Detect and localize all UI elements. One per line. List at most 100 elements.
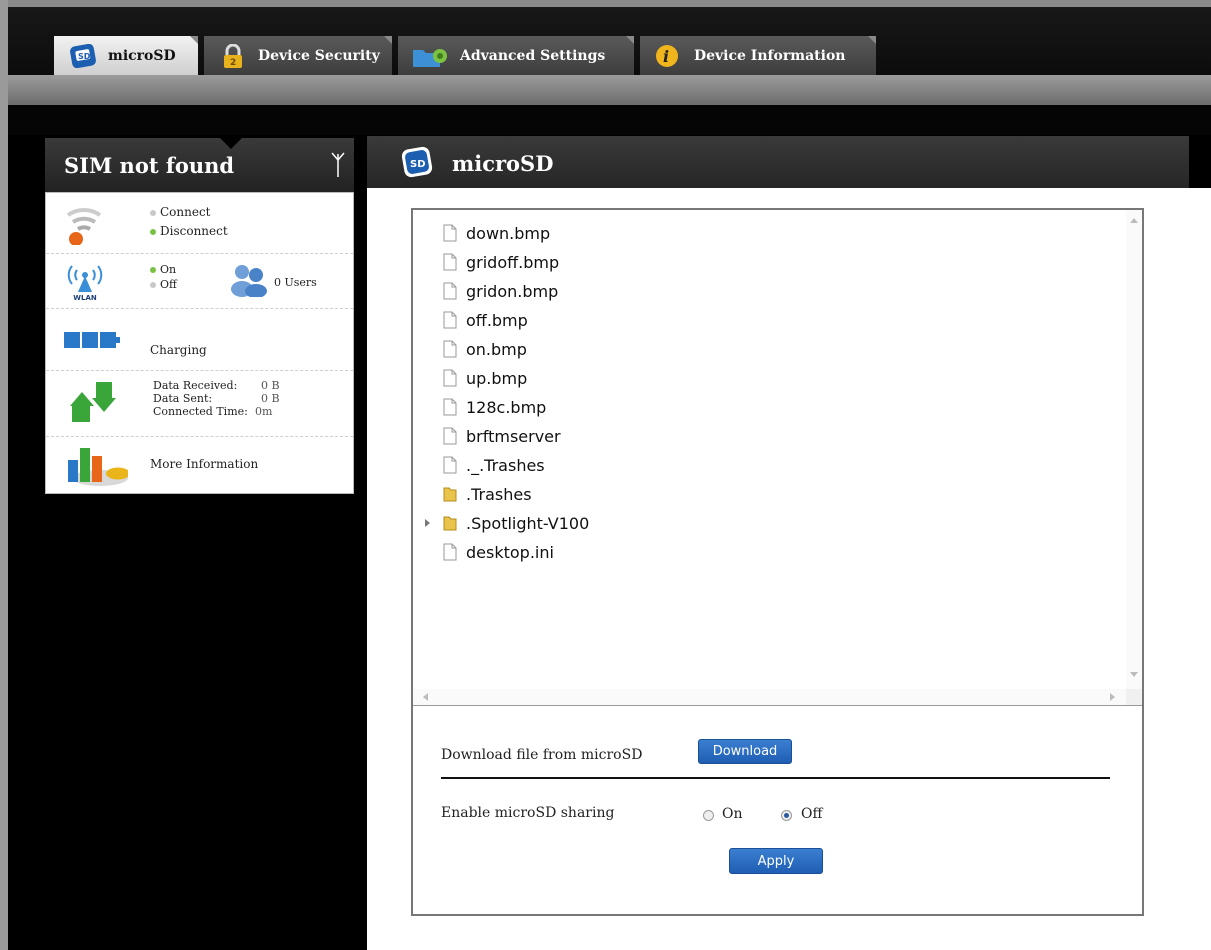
tab-advanced-settings[interactable]: Advanced Settings [398,36,634,75]
status-dot [150,267,156,273]
connect-option[interactable]: Connect [150,205,211,219]
wlan-off-option[interactable]: Off [150,278,177,291]
sharing-on-radio[interactable] [703,810,714,821]
download-label: Download file from microSD [441,747,643,763]
sharing-on-label[interactable]: On [722,806,743,822]
microsd-panel: down.bmp gridoff.bmp gridon.bmp off.bmp on.b… [411,208,1144,916]
status-dot [150,228,156,235]
battery-status: Charging [150,343,207,357]
file-icon [443,369,466,387]
window-frame-left [0,0,8,950]
scroll-right-icon[interactable] [1110,693,1115,701]
disconnect-label: Disconnect [160,224,228,238]
header-notch [220,138,242,149]
wlan-off-label: Off [160,278,177,291]
status-dot [150,282,156,288]
sharing-label: Enable microSD sharing [441,805,615,821]
connection-row: Connect Disconnect [46,193,353,254]
status-panel: Connect Disconnect WLAN On Off 0 Users C… [45,192,354,494]
tree-item-label: down.bmp [466,223,551,243]
scroll-down-icon[interactable] [1130,672,1138,677]
svg-text:SD: SD [78,52,91,61]
file-icon [443,224,466,242]
tree-folder-item[interactable]: .Spotlight-V100 [443,510,589,536]
scroll-up-icon[interactable] [1130,218,1138,223]
svg-text:2: 2 [230,58,236,68]
tree-file-item[interactable]: desktop.ini [443,539,554,565]
tree-file-item[interactable]: brftmserver [443,423,561,449]
tree-file-item[interactable]: gridon.bmp [443,278,558,304]
tree-file-item[interactable]: gridoff.bmp [443,249,559,275]
horizontal-scrollbar[interactable] [413,689,1126,705]
tab-label: Device Security [258,47,380,64]
tab-device-information[interactable]: i Device Information [640,36,876,75]
data-transfer-icon [70,382,116,422]
sharing-off-radio[interactable] [781,810,792,821]
wlan-icon-label: WLAN [73,294,97,302]
more-information-row[interactable]: More Information [46,436,353,493]
file-icon [443,398,466,416]
connection-signal-icon [66,207,102,245]
tree-item-label: desktop.ini [466,542,554,562]
main-tabs: SD microSD 2 Device Security Advanced Se… [54,36,882,75]
status-panel-header: SIM not found [45,138,354,192]
tree-item-label: gridon.bmp [466,281,559,301]
tab-label: microSD [108,47,176,64]
status-dot [150,209,156,216]
section-divider [441,777,1110,779]
tree-file-item[interactable]: ._.Trashes [443,452,545,478]
battery-icon [64,332,120,348]
tab-microsd[interactable]: SD microSD [54,36,198,75]
tree-item-label: .Trashes [466,484,532,504]
vertical-scrollbar[interactable] [1126,210,1142,689]
wlan-on-label: On [160,263,177,276]
folder-gear-icon [412,44,450,68]
connect-label: Connect [160,205,211,219]
file-icon [443,427,466,445]
statistics-icon [68,448,128,486]
wlan-on-option[interactable]: On [150,263,176,276]
connected-time-value: 0m [255,405,273,418]
tree-item-label: up.bmp [466,368,528,388]
apply-button[interactable]: Apply [729,848,823,874]
content-area: down.bmp gridoff.bmp gridon.bmp off.bmp on.b… [367,188,1211,950]
tree-file-item[interactable]: up.bmp [443,365,527,391]
tree-item-label: off.bmp [466,310,528,330]
padlock-icon: 2 [218,43,248,68]
sharing-off-label[interactable]: Off [801,806,822,822]
tree-item-label: gridoff.bmp [466,252,560,272]
file-icon [443,311,466,329]
sim-status-title: SIM not found [64,153,235,178]
tree-file-item[interactable]: on.bmp [443,336,527,362]
data-received-label: Data Received: [153,379,238,392]
antenna-icon [331,152,345,177]
tab-label: Device Information [694,47,846,64]
content-title: microSD [452,151,554,176]
data-sent-label: Data Sent: [153,392,213,405]
download-button[interactable]: Download [698,739,792,764]
scroll-left-icon[interactable] [423,693,428,701]
folder-icon [443,485,466,503]
sd-card-icon: SD [68,43,98,68]
data-usage-row: Data Received: 0 B Data Sent: 0 B Connec… [46,370,353,437]
svg-text:SD: SD [410,159,426,170]
sub-navigation-bar [8,75,1211,105]
disconnect-option[interactable]: Disconnect [150,224,228,238]
tree-file-item[interactable]: off.bmp [443,307,528,333]
folder-icon [443,514,466,532]
more-information-link[interactable]: More Information [150,457,258,471]
expand-arrow-icon[interactable] [425,519,430,527]
tree-item-label: .Spotlight-V100 [466,513,590,533]
tree-file-item[interactable]: down.bmp [443,220,550,246]
wlan-icon: WLAN [64,262,106,302]
tree-file-item[interactable]: 128c.bmp [443,394,546,420]
tree-folder-item[interactable]: .Trashes [443,481,532,507]
tab-device-security[interactable]: 2 Device Security [204,36,392,75]
scrollbar-corner [1126,689,1142,705]
file-icon [443,543,466,561]
users-icon [231,265,267,297]
tree-item-label: on.bmp [466,339,527,359]
header-spacer [8,105,1211,135]
file-icon [443,253,466,271]
file-tree[interactable]: down.bmp gridoff.bmp gridon.bmp off.bmp on.b… [413,210,1142,706]
